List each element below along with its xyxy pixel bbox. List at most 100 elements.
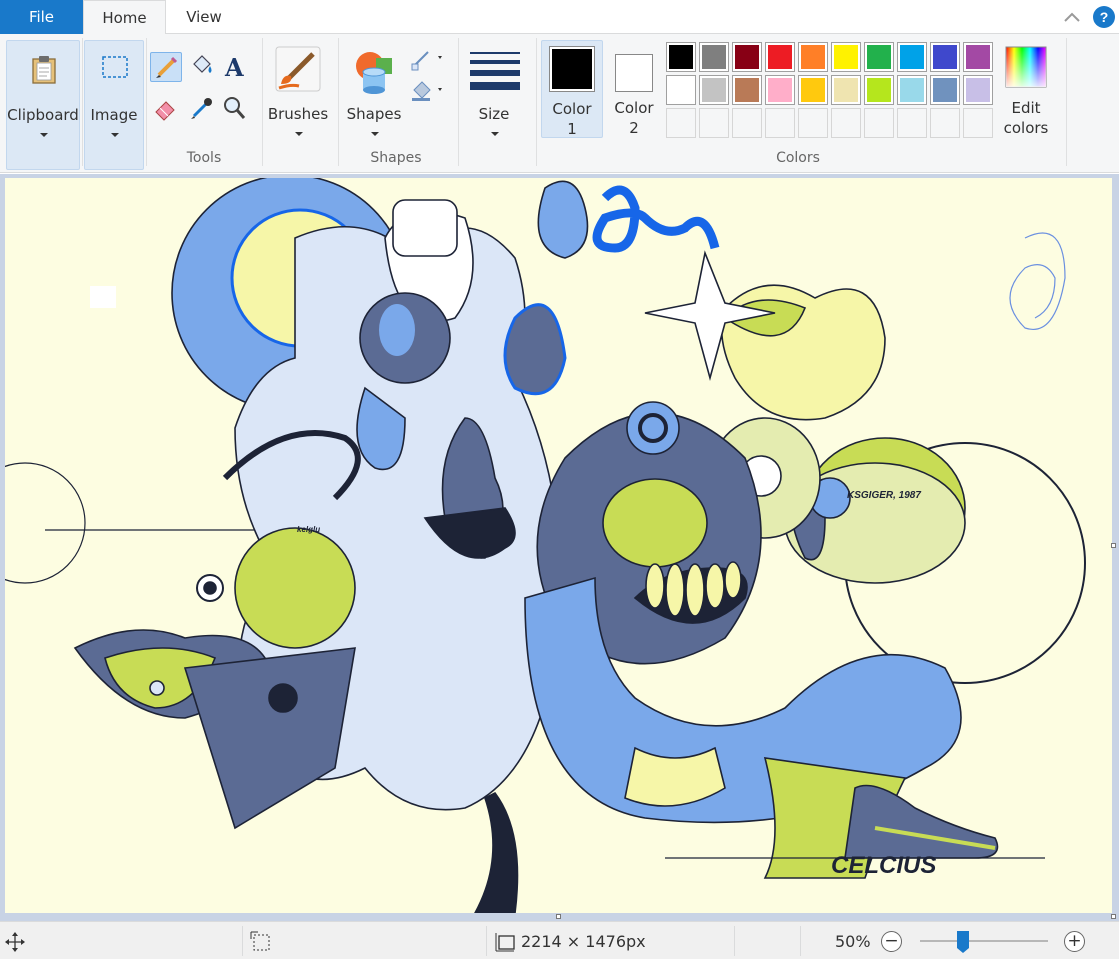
outline-dropdown[interactable] [408,46,446,76]
collapse-ribbon-button[interactable] [1060,7,1084,27]
edit-colors-line2: colors [1003,119,1049,137]
chevron-down-icon [491,132,499,136]
palette-swatch[interactable] [732,75,762,105]
stem-shape [474,791,519,913]
zoom-out-button[interactable]: − [881,931,902,952]
palette-swatch[interactable] [666,75,696,105]
color-picker-tool-button[interactable] [186,94,218,124]
resize-handle-right[interactable] [1111,543,1116,548]
shape-fill-icon [412,81,442,101]
color2-button[interactable]: Color 2 [606,40,662,138]
palette-swatch[interactable] [699,42,729,72]
shapes-button[interactable]: Shapes [342,40,406,138]
pencil-tool-button[interactable] [150,52,182,82]
tab-file[interactable]: File [0,0,83,34]
palette-custom-swatch[interactable] [930,108,960,138]
palette-swatch[interactable] [963,75,993,105]
palette-custom-swatch[interactable] [831,108,861,138]
palette-swatch[interactable] [765,42,795,72]
divider [262,38,263,166]
text-icon: A [224,53,244,82]
palette-swatch[interactable] [831,42,861,72]
fill-dropdown[interactable] [408,74,446,104]
palette-swatch-color [735,45,759,69]
tools-group-label: Tools [186,150,222,166]
palette-custom-swatch[interactable] [963,108,993,138]
palette-swatch-color [867,78,891,102]
palette-swatch[interactable] [666,42,696,72]
tab-home[interactable]: Home [83,0,166,35]
clipboard-icon [32,56,56,84]
palette-swatch[interactable] [798,75,828,105]
palette-swatch-color [669,45,693,69]
palette-custom-swatch[interactable] [732,108,762,138]
palette-swatch-color [900,78,924,102]
tab-view[interactable]: View [166,0,242,34]
color1-swatch [552,49,592,89]
fill-tool-button[interactable] [186,52,218,82]
image-button[interactable]: Image [84,40,144,170]
text-tool-button[interactable]: A [220,52,252,82]
palette-swatch[interactable] [963,42,993,72]
palette-swatch[interactable] [930,42,960,72]
color1-label-line2: 1 [567,120,577,138]
eye-highlight-shape [379,304,415,356]
palette-swatch-color [933,45,957,69]
palette-swatch[interactable] [765,75,795,105]
palette-swatch[interactable] [930,75,960,105]
palette-swatch[interactable] [897,75,927,105]
palette-swatch-color [801,78,825,102]
palette-custom-swatch[interactable] [765,108,795,138]
right-eye-shape [503,303,567,396]
palette-swatch[interactable] [699,75,729,105]
palette-custom-swatch[interactable] [699,108,729,138]
magnifier-tool-button[interactable] [220,94,252,124]
palette-swatch-color [933,78,957,102]
color-picker-icon [191,98,212,119]
palette-swatch[interactable] [864,75,894,105]
eraser-tool-button[interactable] [150,94,182,124]
zoom-slider-thumb[interactable] [956,930,970,954]
zoom-slider-track[interactable] [920,940,1048,942]
palette-swatch[interactable] [732,42,762,72]
divider [486,926,487,956]
help-button[interactable]: ? [1093,6,1115,28]
resize-handle-bottom[interactable] [556,914,561,919]
size-button[interactable]: Size [464,40,524,138]
shapes-group-label: Shapes [370,150,422,166]
palette-swatch[interactable] [831,75,861,105]
color1-label-line1: Color [552,100,592,118]
palette-custom-swatch[interactable] [864,108,894,138]
scribble-text: kelglu [297,525,320,534]
palette-swatch[interactable] [864,42,894,72]
palette-swatch[interactable] [897,42,927,72]
paint-window: File Home View ? Clipboard Image A Tools… [0,0,1119,959]
line-size-icon [470,52,520,90]
left-lime-disc-shape [234,527,356,649]
image-size-icon [495,933,515,952]
edit-colors-button[interactable]: Edit colors [998,40,1054,138]
divider [734,926,735,956]
color2-label-line1: Color [614,99,654,117]
drawing-canvas[interactable]: KSGIGER, 1987 CELCIUS kelglu [5,178,1112,913]
brushes-button[interactable]: Brushes [266,40,330,138]
status-bar: 2214 × 1476px 50% − + [0,921,1119,959]
palette-custom-swatch[interactable] [897,108,927,138]
palette-swatch-color [834,78,858,102]
rainbow-palette-icon [1005,46,1047,88]
palette-swatch-color [702,45,726,69]
palette-custom-swatch[interactable] [666,108,696,138]
color1-button[interactable]: Color 1 [541,40,603,138]
signature-text: KSGIGER, 1987 [847,490,921,501]
zoom-in-button[interactable]: + [1064,931,1085,952]
clipboard-button[interactable]: Clipboard [6,40,80,170]
palette-swatch[interactable] [798,42,828,72]
palette-custom-swatch[interactable] [798,108,828,138]
divider [458,38,459,166]
resize-handle-corner[interactable] [1111,914,1116,919]
brushes-label: Brushes [267,105,329,123]
fill-icon [193,55,212,73]
divider [146,38,147,166]
dark-dot-shape [268,683,298,713]
left-outline-circle-shape [5,462,86,584]
